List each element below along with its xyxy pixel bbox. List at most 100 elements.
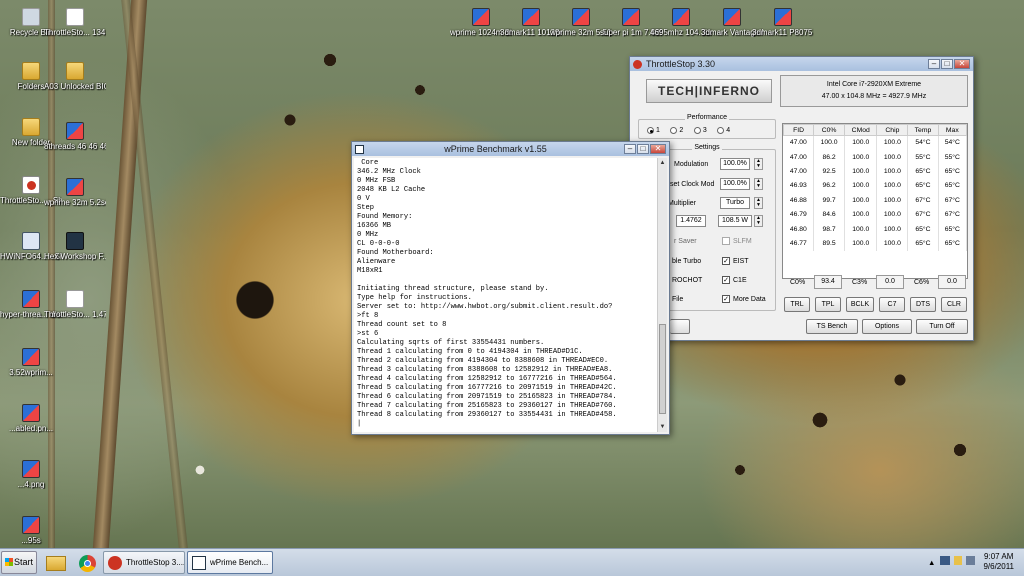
trl-button[interactable]: TRL xyxy=(784,297,810,312)
table-cell: 46.93 xyxy=(783,178,815,194)
desktop-icon[interactable]: ...95s xyxy=(0,516,62,545)
console-line: Thread 5 calculating from 16777216 to 20… xyxy=(357,384,617,392)
c0-value: 93.4 xyxy=(814,275,842,289)
ts-bench-button[interactable]: TS Bench xyxy=(806,319,858,334)
set-clock-mod-value[interactable]: 100.0% xyxy=(720,178,750,190)
table-cell: 100.0 xyxy=(844,236,878,251)
wallpaper-branch xyxy=(121,0,188,548)
close-button[interactable]: ✕ xyxy=(954,59,970,69)
turn-off-button[interactable]: Turn Off xyxy=(916,319,968,334)
maximize-button[interactable]: □ xyxy=(941,59,953,69)
table-cell: 54°C xyxy=(907,135,939,150)
desktop-icon[interactable]: Hex Workshop F... xyxy=(44,232,106,261)
scroll-up-icon[interactable]: ▲ xyxy=(658,158,667,168)
table-cell: 89.5 xyxy=(813,236,846,251)
start-button[interactable]: Start xyxy=(1,551,37,574)
network-icon[interactable] xyxy=(940,556,950,565)
show-hidden-icons-button[interactable]: ▲ xyxy=(928,558,935,567)
modulation-value[interactable]: 100.0% xyxy=(720,158,750,170)
close-button[interactable]: ✕ xyxy=(650,144,666,154)
table-cell: 46.79 xyxy=(783,207,815,222)
clock[interactable]: 9:07 AM 9/6/2011 xyxy=(983,552,1014,572)
desktop-icon[interactable]: ThrottleSto... 134.4 watt... xyxy=(44,8,106,37)
more-data-checkbox[interactable]: ✓ More Data xyxy=(722,295,766,303)
desktop-icon[interactable]: 3dmark11 P8075 845... xyxy=(752,8,814,37)
table-cell: 99.7 xyxy=(813,193,846,208)
power-value: 108.5 W xyxy=(718,215,752,227)
console-line: 0 V xyxy=(357,195,370,203)
slfm-checkbox[interactable]: SLFM xyxy=(722,237,752,245)
performance-radio-1[interactable]: 1 xyxy=(647,127,660,134)
desktop-icon[interactable]: 3.52wprim... xyxy=(0,348,62,377)
table-cell: 67°C xyxy=(938,193,967,208)
save-button-partial[interactable] xyxy=(670,319,690,334)
vid-value: 1.4762 xyxy=(676,215,706,227)
multiplier-value[interactable]: Turbo xyxy=(720,197,750,209)
minimize-button[interactable]: – xyxy=(928,59,940,69)
console-line: Core xyxy=(357,159,379,167)
image-file-icon xyxy=(66,122,84,140)
performance-radio-4[interactable]: 4 xyxy=(717,127,730,134)
console-line: Thread count set to 8 xyxy=(357,321,447,329)
hex-workshop-icon xyxy=(66,232,84,250)
c1e-checkbox[interactable]: ✓ C1E xyxy=(722,276,747,284)
clr-button[interactable]: CLR xyxy=(941,297,967,312)
column-header: Max xyxy=(937,124,967,136)
console-line: 0 MHz xyxy=(357,231,379,239)
taskbar-item-wprime[interactable]: wPrime Bench... xyxy=(187,551,273,574)
power-spinner[interactable]: ▲ ▼ xyxy=(754,215,763,227)
console-line: Initiating thread structure, please stan… xyxy=(357,285,549,293)
image-file-icon xyxy=(723,8,741,26)
c7-button[interactable]: C7 xyxy=(879,297,905,312)
options-button[interactable]: Options xyxy=(862,319,912,334)
desktop-icon[interactable]: wprime 32m 5.2seconds... xyxy=(44,178,106,207)
bclk-button[interactable]: BCLK xyxy=(846,297,874,312)
modulation-spinner[interactable]: ▲ ▼ xyxy=(754,158,763,170)
dts-button[interactable]: DTS xyxy=(910,297,936,312)
document-icon xyxy=(66,290,84,308)
desktop-icon[interactable]: ...abled.pn... xyxy=(0,404,62,433)
desktop-icon[interactable]: 8threads 46 46 46 46 1... xyxy=(44,122,106,151)
console-output[interactable]: Core 346.2 MHz Clock 0 MHz FSB 2048 KB L2 C… xyxy=(354,158,657,432)
minimize-button[interactable]: – xyxy=(624,144,636,154)
scrollbar-thumb[interactable] xyxy=(659,324,666,414)
performance-group: Performance 1 2 3 4 xyxy=(638,114,776,139)
radio-icon xyxy=(693,127,701,134)
table-cell: 100.0 xyxy=(876,221,909,237)
wprime-titlebar[interactable]: wPrime Benchmark v1.55 – □ ✕ xyxy=(352,142,669,156)
console-line: >ft 8 xyxy=(357,312,379,320)
performance-radio-2[interactable]: 2 xyxy=(670,127,683,134)
image-file-icon xyxy=(472,8,490,26)
set-clock-mod-label: set Clock Mod xyxy=(670,181,715,188)
performance-radio-3[interactable]: 3 xyxy=(693,127,707,134)
eist-checkbox[interactable]: ✓ EIST xyxy=(722,257,749,265)
image-file-icon xyxy=(66,178,84,196)
console-line: 16366 MB xyxy=(357,222,392,230)
console-scrollbar[interactable]: ▲ ▼ xyxy=(657,158,667,432)
table-cell: 100.0 xyxy=(876,135,909,150)
scroll-down-icon[interactable]: ▼ xyxy=(658,422,667,432)
table-cell: 67°C xyxy=(907,207,939,222)
table-cell: 100.0 xyxy=(844,178,878,194)
tpl-button[interactable]: TPL xyxy=(815,297,841,312)
desktop-icon[interactable]: ThrottleSto... 1.4762vid... xyxy=(44,290,106,319)
column-header: FID xyxy=(783,124,815,136)
flag-icon[interactable] xyxy=(954,556,962,565)
console-line: 0 MHz FSB xyxy=(357,177,396,185)
folder-icon xyxy=(22,118,40,136)
table-cell: 100.0 xyxy=(844,149,878,165)
table-cell: 86.2 xyxy=(813,149,846,165)
throttlestop-titlebar[interactable]: ThrottleStop 3.30 – □ ✕ xyxy=(630,57,973,71)
taskbar-item-throttlestop[interactable]: ThrottleStop 3.... xyxy=(103,551,185,574)
multiplier-spinner[interactable]: ▲ ▼ xyxy=(754,197,763,209)
volume-icon[interactable] xyxy=(966,556,975,565)
checkmark-icon: ✓ xyxy=(722,257,730,265)
desktop-icon[interactable]: ...4.png xyxy=(0,460,62,489)
set-clock-mod-spinner[interactable]: ▲ ▼ xyxy=(754,178,763,190)
c3-label: C3% xyxy=(852,279,868,286)
chrome-pinned-button[interactable] xyxy=(72,551,102,574)
explorer-pinned-button[interactable] xyxy=(40,551,70,574)
maximize-button[interactable]: □ xyxy=(637,144,649,154)
console-line: Found Motherboard: xyxy=(357,249,434,257)
desktop-icon-folder[interactable]: A03 Unlocked BIOS and r... xyxy=(44,62,106,91)
